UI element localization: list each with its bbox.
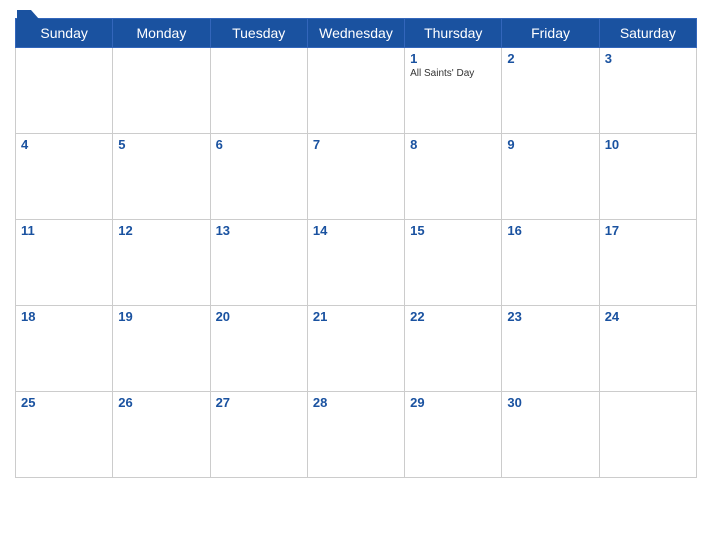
calendar-cell: 1 All Saints' Day <box>405 48 502 134</box>
calendar-wrapper: SundayMondayTuesdayWednesdayThursdayFrid… <box>0 0 712 550</box>
logo-icon <box>17 10 39 28</box>
week-row-2: 456789 10 <box>16 134 697 220</box>
calendar-cell: 14 <box>307 220 404 306</box>
day-number: 30 <box>507 395 593 410</box>
day-number: 29 <box>410 395 496 410</box>
day-number: 21 <box>313 309 399 324</box>
calendar-cell <box>210 48 307 134</box>
calendar-cell <box>307 48 404 134</box>
calendar-cell: 18 <box>16 306 113 392</box>
calendar-cell: 22 <box>405 306 502 392</box>
calendar-cell: 13 <box>210 220 307 306</box>
day-number: 8 <box>410 137 496 152</box>
calendar-body: 1 All Saints' Day 23 456789 10 11 12 13 14 15 16 17… <box>16 48 697 478</box>
day-number: 19 <box>118 309 204 324</box>
day-number: 2 <box>507 51 593 66</box>
day-number: 23 <box>507 309 593 324</box>
day-number: 11 <box>21 223 107 238</box>
day-number: 17 <box>605 223 691 238</box>
day-number: 28 <box>313 395 399 410</box>
week-row-4: 18 19 20 21 22 23 24 <box>16 306 697 392</box>
week-row-3: 11 12 13 14 15 16 17 <box>16 220 697 306</box>
calendar-cell: 8 <box>405 134 502 220</box>
week-row-1: 1 All Saints' Day 23 <box>16 48 697 134</box>
day-number: 1 <box>410 51 496 66</box>
logo <box>15 10 39 28</box>
day-number: 10 <box>605 137 691 152</box>
calendar-cell: 9 <box>502 134 599 220</box>
day-number: 20 <box>216 309 302 324</box>
calendar-cell: 20 <box>210 306 307 392</box>
weekday-header-thursday: Thursday <box>405 19 502 48</box>
calendar-cell: 5 <box>113 134 210 220</box>
calendar-cell: 11 <box>16 220 113 306</box>
day-number: 9 <box>507 137 593 152</box>
day-number: 3 <box>605 51 691 66</box>
calendar-cell: 17 <box>599 220 696 306</box>
calendar-cell: 16 <box>502 220 599 306</box>
day-number: 13 <box>216 223 302 238</box>
calendar-cell: 15 <box>405 220 502 306</box>
day-number: 7 <box>313 137 399 152</box>
day-number: 27 <box>216 395 302 410</box>
day-number: 4 <box>21 137 107 152</box>
calendar-cell: 21 <box>307 306 404 392</box>
day-number: 12 <box>118 223 204 238</box>
day-number: 5 <box>118 137 204 152</box>
calendar-header: SundayMondayTuesdayWednesdayThursdayFrid… <box>16 19 697 48</box>
day-number: 16 <box>507 223 593 238</box>
day-number: 22 <box>410 309 496 324</box>
calendar-cell: 6 <box>210 134 307 220</box>
day-number: 26 <box>118 395 204 410</box>
day-number: 6 <box>216 137 302 152</box>
calendar-cell: 27 <box>210 392 307 478</box>
calendar-cell: 2 <box>502 48 599 134</box>
weekday-header-friday: Friday <box>502 19 599 48</box>
calendar-table: SundayMondayTuesdayWednesdayThursdayFrid… <box>15 18 697 478</box>
week-row-5: 25 26 27 28 29 30 <box>16 392 697 478</box>
day-number: 18 <box>21 309 107 324</box>
calendar-cell: 10 <box>599 134 696 220</box>
day-number: 14 <box>313 223 399 238</box>
weekday-header-tuesday: Tuesday <box>210 19 307 48</box>
calendar-cell: 12 <box>113 220 210 306</box>
weekday-header-monday: Monday <box>113 19 210 48</box>
day-number: 25 <box>21 395 107 410</box>
calendar-cell <box>16 48 113 134</box>
calendar-cell: 23 <box>502 306 599 392</box>
holiday-label: All Saints' Day <box>410 68 496 79</box>
calendar-cell: 24 <box>599 306 696 392</box>
calendar-cell <box>113 48 210 134</box>
weekday-header-wednesday: Wednesday <box>307 19 404 48</box>
day-number: 24 <box>605 309 691 324</box>
calendar-cell: 30 <box>502 392 599 478</box>
calendar-cell: 19 <box>113 306 210 392</box>
weekday-row: SundayMondayTuesdayWednesdayThursdayFrid… <box>16 19 697 48</box>
day-number: 15 <box>410 223 496 238</box>
calendar-cell <box>599 392 696 478</box>
calendar-cell: 28 <box>307 392 404 478</box>
calendar-cell: 29 <box>405 392 502 478</box>
weekday-header-saturday: Saturday <box>599 19 696 48</box>
calendar-cell: 25 <box>16 392 113 478</box>
calendar-cell: 26 <box>113 392 210 478</box>
calendar-cell: 4 <box>16 134 113 220</box>
calendar-cell: 7 <box>307 134 404 220</box>
calendar-cell: 3 <box>599 48 696 134</box>
